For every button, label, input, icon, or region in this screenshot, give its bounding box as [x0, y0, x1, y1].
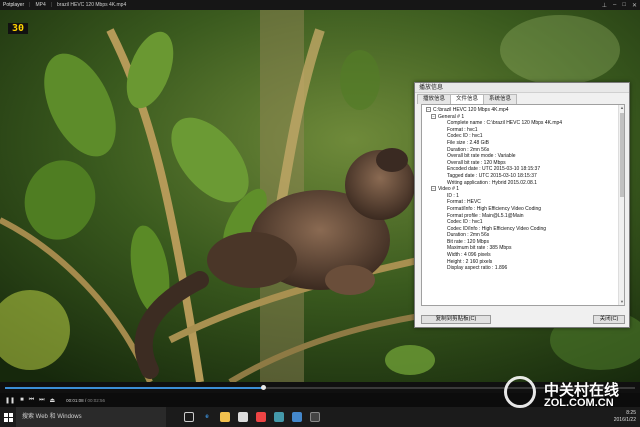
taskbar-search[interactable]: 搜索 Web 和 Windows — [16, 407, 166, 427]
dialog-title: 播放信息 — [415, 83, 629, 93]
total-time: 00:02:56 — [87, 397, 106, 403]
tree-leaf[interactable]: Height : 2 160 pixels — [426, 259, 619, 266]
app-icon[interactable] — [292, 412, 302, 422]
search-placeholder: 搜索 Web 和 Windows — [22, 414, 82, 420]
tree-leaf[interactable]: Display aspect ratio : 1.896 — [426, 265, 619, 272]
edge-icon[interactable]: e — [202, 412, 212, 422]
player-menu-button[interactable]: Potplayer — [0, 2, 27, 8]
tree-root-label: C:\brazil HEVC 120 Mbps 4K.mp4 — [433, 107, 509, 113]
app-icon[interactable] — [274, 412, 284, 422]
tree-leaf[interactable]: Format : hvc1 — [426, 127, 619, 134]
collapse-icon[interactable]: − — [431, 186, 436, 192]
zol-watermark: 中关村在线 ZOL.COM.CN — [504, 376, 634, 412]
scrollbar-thumb[interactable] — [620, 113, 624, 197]
file-title: brazil HEVC 120 Mbps 4K.mp4 — [57, 2, 127, 8]
windows-icon — [3, 412, 13, 422]
zol-logo-icon — [504, 376, 536, 408]
tree-leaf[interactable]: Codec ID : hvc1 — [426, 219, 619, 226]
player-title-bar: Potplayer | MP4 | brazil HEVC 120 Mbps 4… — [0, 0, 640, 10]
previous-icon[interactable]: ⏮ — [29, 397, 34, 404]
tree-leaf[interactable]: Width : 4 096 pixels — [426, 252, 619, 259]
pause-icon[interactable]: ❚❚ — [5, 397, 15, 404]
time-display: 00:01:08 / 00:02:56 — [66, 398, 105, 403]
tree-leaf[interactable]: Codec ID : hvc1 — [426, 133, 619, 140]
tree-leaf[interactable]: Duration : 2mn 56s — [426, 147, 619, 154]
current-time: 00:01:08 — [66, 397, 84, 403]
close-button[interactable]: 关闭(C) — [593, 315, 625, 324]
tab-system-info[interactable]: 系统信息 — [483, 94, 518, 104]
tree-leaf[interactable]: Encoded date : UTC 2015-03-10 18:15:37 — [426, 166, 619, 173]
fps-overlay: 30 — [8, 23, 28, 34]
potplayer-icon[interactable] — [310, 412, 320, 422]
tab-file-info[interactable]: 文件信息 — [450, 94, 485, 104]
tree-scrollbar[interactable]: ▲ ▼ — [618, 105, 624, 305]
tree-leaf[interactable]: Format profile : Main@L5.1@Main — [426, 213, 619, 220]
file-info-tree[interactable]: − C:\brazil HEVC 120 Mbps 4K.mp4 − General… — [421, 104, 625, 306]
tree-leaf[interactable]: Format/Info : High Efficiency Video Codi… — [426, 206, 619, 213]
seek-handle[interactable] — [261, 385, 267, 390]
tab-playback-info[interactable]: 播放信息 — [417, 94, 452, 104]
stop-icon[interactable]: ■ — [20, 397, 24, 403]
close-icon[interactable]: ✕ — [632, 2, 637, 9]
tree-root[interactable]: − C:\brazil HEVC 120 Mbps 4K.mp4 — [426, 107, 619, 114]
tree-leaf[interactable]: Complete name : C:\brazil HEVC 120 Mbps … — [426, 120, 619, 127]
tree-leaf[interactable]: Format : HEVC — [426, 199, 619, 206]
scroll-up-icon[interactable]: ▲ — [619, 105, 624, 111]
store-icon[interactable] — [238, 412, 248, 422]
tree-leaf[interactable]: Writing application : Hybrid 2015.02.08.… — [426, 180, 619, 187]
tree-content: − C:\brazil HEVC 120 Mbps 4K.mp4 − General… — [422, 105, 619, 305]
dialog-tabs: 播放信息 文件信息 系统信息 — [417, 94, 518, 104]
tree-leaf[interactable]: Overall bit rate : 120 Mbps — [426, 160, 619, 167]
tree-node-label: Video # 1 — [438, 186, 460, 193]
tree-node-label: General # 1 — [438, 113, 465, 120]
tree-leaf[interactable]: Tagged date : UTC 2015-03-10 18:15:37 — [426, 173, 619, 180]
watermark-en: ZOL.COM.CN — [544, 397, 614, 409]
tree-node-general[interactable]: − General # 1 — [426, 113, 619, 121]
tree-node-video[interactable]: − Video # 1 — [426, 186, 619, 193]
task-view-icon[interactable] — [184, 412, 194, 422]
tree-leaf[interactable]: Duration : 2mn 56s — [426, 232, 619, 239]
tree-leaf[interactable]: Maximum bit rate : 385 Mbps — [426, 245, 619, 252]
tree-leaf[interactable]: Bit rate : 120 Mbps — [426, 239, 619, 246]
tray-date: 2016/1/22 — [613, 417, 636, 423]
pin-icon[interactable]: ⊥ — [602, 2, 607, 9]
minimize-icon[interactable]: – — [613, 2, 616, 8]
playback-info-dialog: 播放信息 播放信息 文件信息 系统信息 − C:\brazil HEVC 120 … — [414, 82, 630, 328]
seek-fill — [5, 387, 264, 389]
taskbar-apps: e — [184, 412, 320, 422]
collapse-icon[interactable]: − — [426, 107, 431, 112]
next-icon[interactable]: ⏭ — [39, 397, 44, 404]
maximize-icon[interactable]: □ — [622, 2, 626, 8]
format-label: MP4 — [35, 2, 46, 8]
explorer-icon[interactable] — [220, 412, 230, 422]
window-controls: ⊥ – □ ✕ — [602, 0, 637, 10]
tree-leaf[interactable]: Codec ID/Info : High Efficiency Video Co… — [426, 226, 619, 233]
screen: Potplayer | MP4 | brazil HEVC 120 Mbps 4… — [0, 0, 640, 427]
tree-leaf[interactable]: ID : 1 — [426, 193, 619, 200]
tree-leaf[interactable]: File size : 2.48 GiB — [426, 140, 619, 147]
collapse-icon[interactable]: − — [431, 113, 436, 119]
copy-to-clipboard-button[interactable]: 复制到剪贴板(C) — [421, 315, 491, 324]
open-file-icon[interactable]: ⏏ — [50, 397, 56, 404]
tree-leaf[interactable]: Overall bit rate mode : Variable — [426, 153, 619, 160]
scroll-down-icon[interactable]: ▼ — [619, 299, 624, 305]
app-icon[interactable] — [256, 412, 266, 422]
start-button[interactable] — [0, 407, 16, 427]
